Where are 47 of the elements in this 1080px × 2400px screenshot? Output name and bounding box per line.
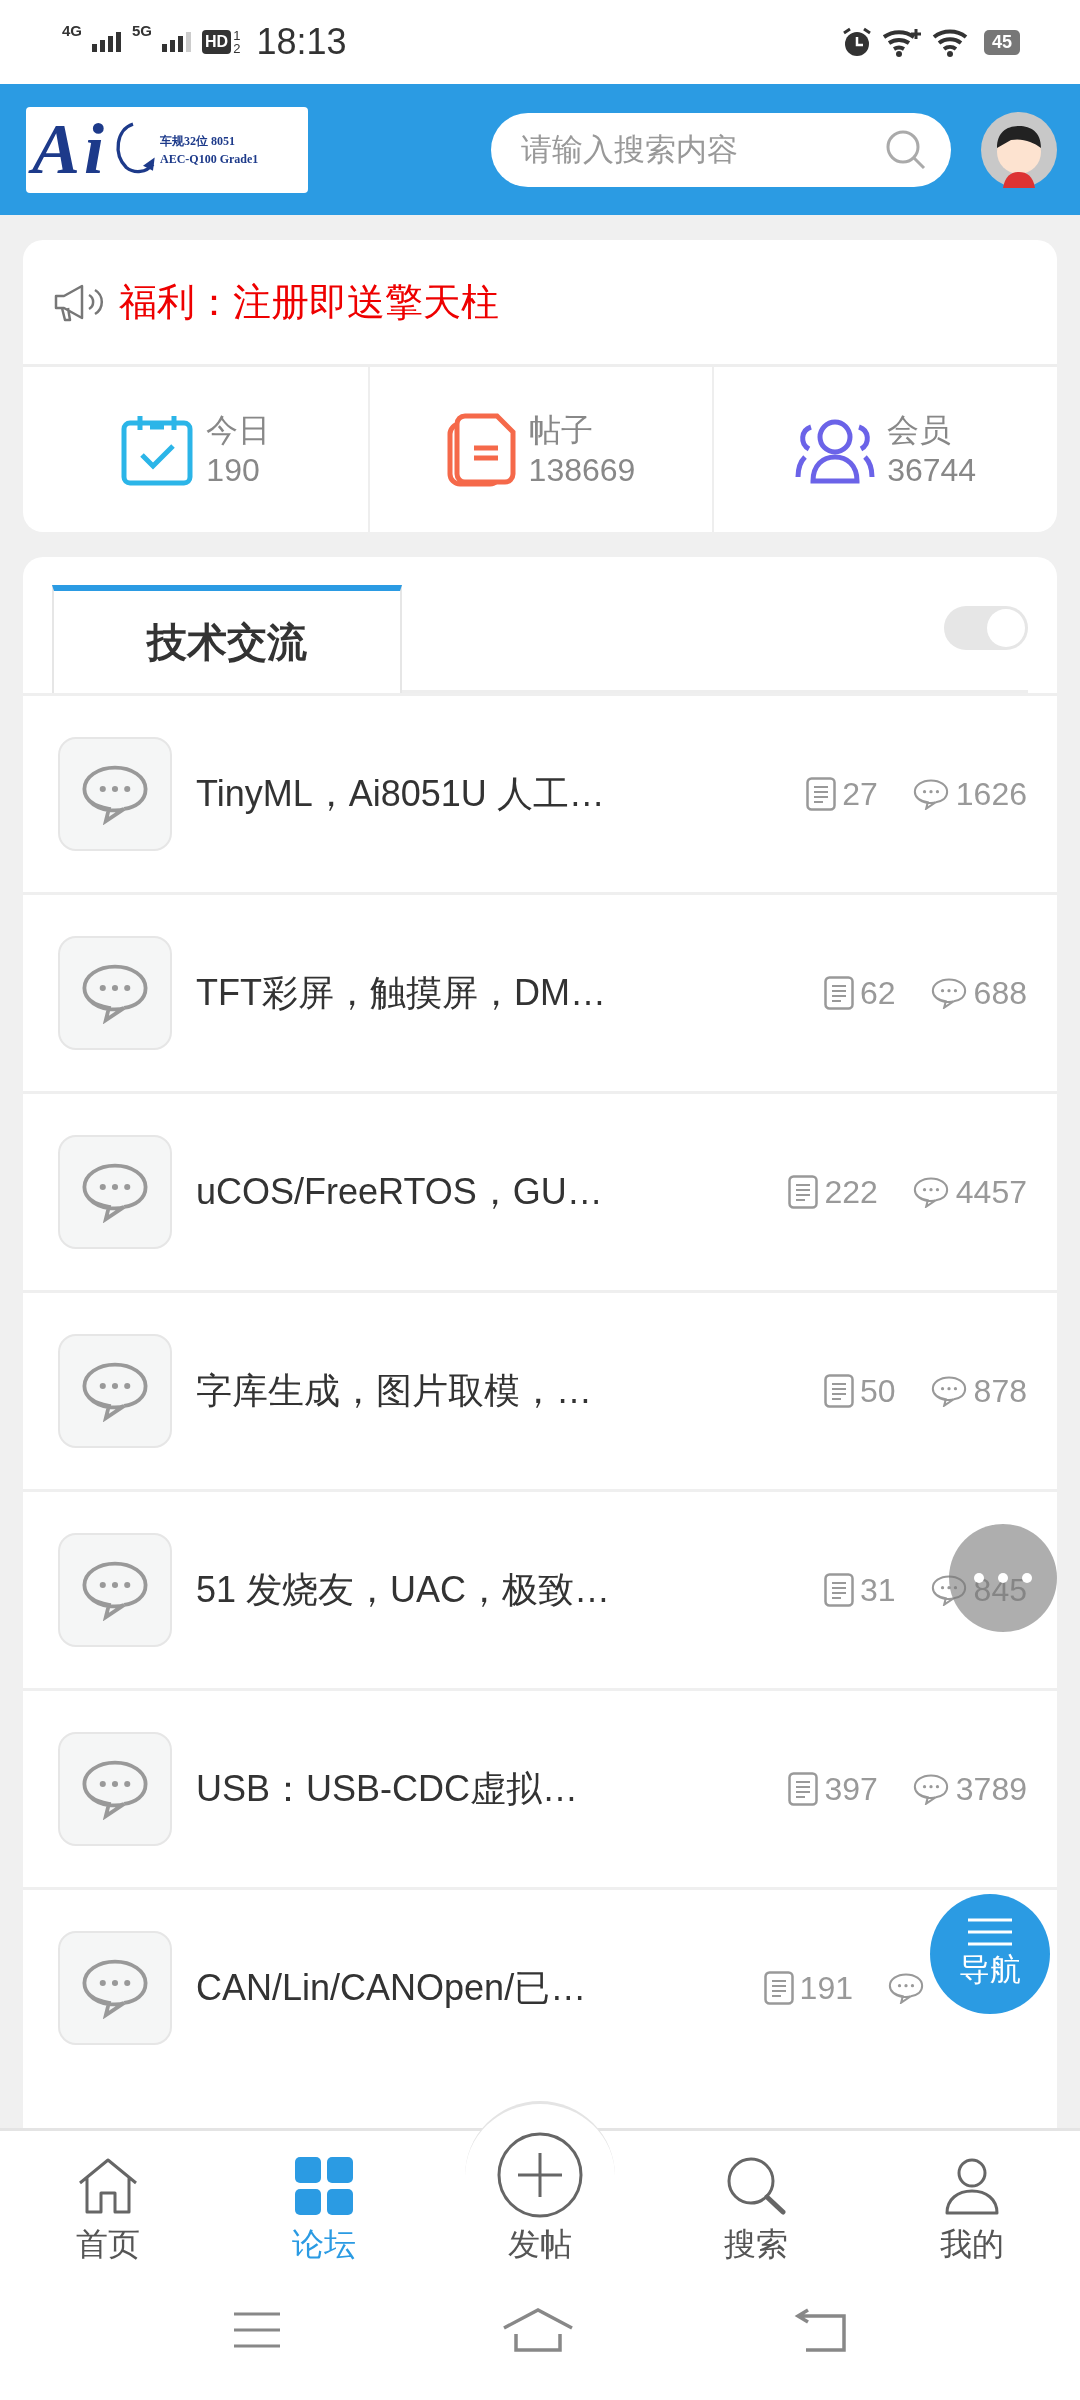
- clock: 18:13: [256, 21, 347, 63]
- nav-tab[interactable]: 搜索: [648, 2131, 864, 2277]
- forum-title: TFT彩屏，触摸屏，DM…: [196, 970, 606, 1015]
- reply-count: 4457: [955, 1173, 1027, 1211]
- forum-row[interactable]: uCOS/FreeRTOS，GU… 222 4457: [23, 1091, 1057, 1290]
- network-label: 5G: [132, 22, 153, 39]
- forum-title: 字库生成，图片取模，…: [196, 1368, 592, 1413]
- forum-title: 51 发烧友，UAC，极致…: [196, 1567, 611, 1612]
- stat-label: 今日: [206, 410, 271, 450]
- stat-value: 36744: [887, 450, 977, 490]
- hd-badge: HD: [202, 30, 232, 54]
- reply-count: 3789: [955, 1770, 1027, 1808]
- battery-indicator: 45: [983, 29, 1020, 55]
- sim-label: 2: [233, 42, 241, 55]
- logo[interactable]: Ai 车规32位 8051 AEC-Q100 Grade1: [26, 106, 308, 193]
- forum-title: TinyML，Ai8051U 人工…: [196, 771, 605, 816]
- thread-count: 62: [860, 974, 896, 1012]
- forum-title: USB：USB-CDC虚拟…: [196, 1766, 579, 1811]
- forum-title: uCOS/FreeRTOS，GU…: [196, 1169, 603, 1214]
- thread-count: 191: [799, 1969, 853, 2007]
- logo-text: 车规32位 8051: [160, 132, 237, 150]
- thread-count: 50: [860, 1372, 896, 1410]
- reply-count: 1626: [955, 775, 1027, 813]
- forum-row[interactable]: USB：USB-CDC虚拟… 397 3789: [23, 1688, 1057, 1887]
- forum-row[interactable]: 字库生成，图片取模，… 50 878: [23, 1290, 1057, 1489]
- reply-count: 878: [973, 1372, 1027, 1410]
- section-tab[interactable]: 技术交流: [52, 585, 402, 693]
- thread-count: 31: [860, 1571, 896, 1609]
- sim-label: 1: [233, 29, 241, 42]
- notice-text[interactable]: 福利：注册即送擎天柱: [119, 276, 499, 328]
- stat-value: 190: [206, 450, 261, 490]
- forum-title: CAN/Lin/CANOpen/已…: [196, 1965, 587, 2010]
- network-label: 4G: [62, 22, 82, 39]
- stat-label: 会员: [887, 410, 953, 450]
- thread-count: 27: [842, 775, 878, 813]
- forum-row[interactable]: TFT彩屏，触摸屏，DM… 62 688: [23, 892, 1057, 1091]
- search-field[interactable]: 请输入搜索内容: [491, 112, 951, 187]
- reply-count: 688: [973, 974, 1027, 1012]
- nav-tab[interactable]: 我的: [864, 2131, 1080, 2277]
- nav-tab[interactable]: 首页: [0, 2131, 216, 2277]
- logo-text: AEC-Q100 Grade1: [160, 151, 259, 167]
- thread-count: 397: [824, 1770, 878, 1808]
- forum-row[interactable]: TinyML，Ai8051U 人工… 27 1626: [23, 693, 1057, 892]
- nav-tab[interactable]: 发帖: [432, 2131, 648, 2277]
- thread-count: 222: [824, 1173, 878, 1211]
- stat-label: 帖子: [528, 410, 594, 450]
- stat-value: 138669: [528, 450, 636, 490]
